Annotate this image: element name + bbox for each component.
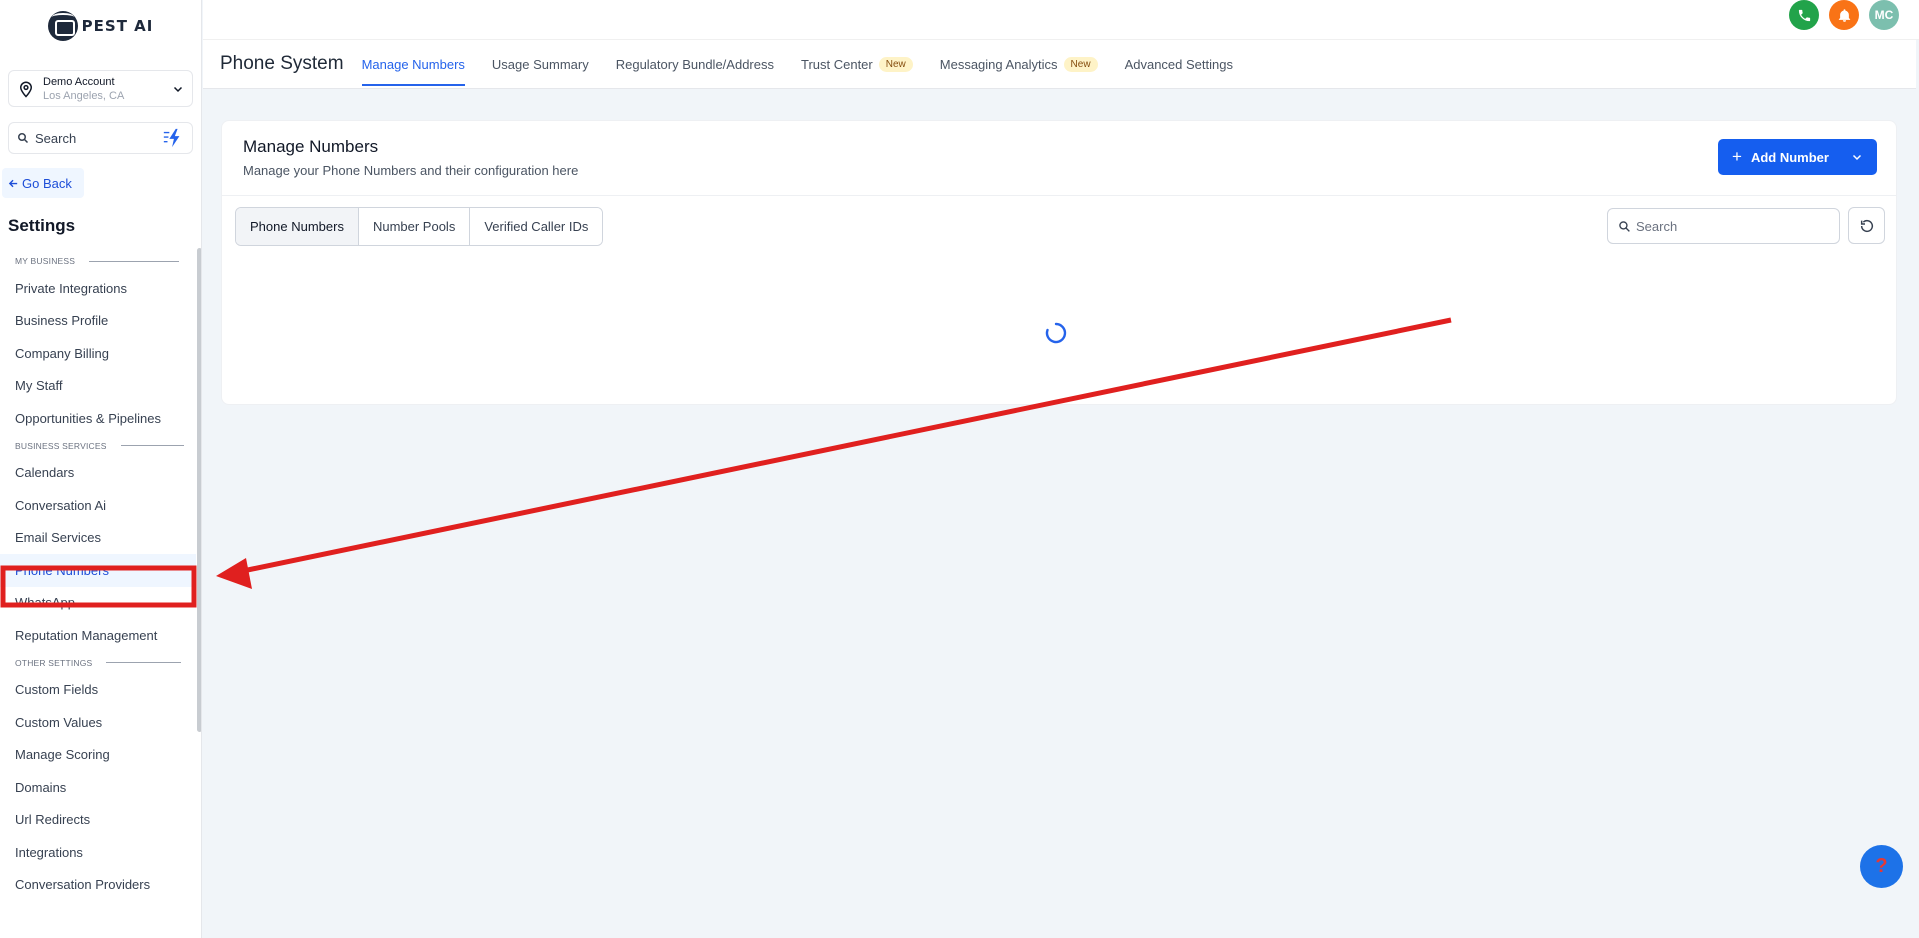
sidebar-item-whatsapp[interactable]: WhatsApp [0,587,196,620]
manage-numbers-card: Manage Numbers Manage your Phone Numbers… [221,120,1897,405]
phone-icon [1798,9,1810,21]
segment-number-pools[interactable]: Number Pools [358,208,471,245]
new-badge: New [1063,56,1098,72]
notifications-button[interactable] [1829,0,1859,30]
tab-trust-center[interactable]: Trust Center New [801,40,913,89]
sidebar-item-integrations[interactable]: Integrations [0,836,196,869]
sidebar-item-opportunities-pipelines[interactable]: Opportunities & Pipelines [0,402,196,435]
tab-advanced-settings[interactable]: Advanced Settings [1125,40,1233,89]
page-title: Phone System [220,53,344,74]
chevron-down-icon [173,86,183,92]
segment-verified-caller-ids[interactable]: Verified Caller IDs [470,208,603,245]
segment-phone-numbers[interactable]: Phone Numbers [236,208,359,245]
settings-nav: MY BUSINESS Private Integrations Busines… [0,250,196,901]
account-switcher[interactable]: Demo Account Los Angeles, CA [8,70,193,107]
logo-mark-icon [47,11,78,41]
search-icon [1619,220,1630,232]
tab-manage-numbers[interactable]: Manage Numbers [361,40,466,89]
page-header: Phone System Manage Numbers Usage Summar… [203,40,1916,89]
brand-logo[interactable]: PEST AI [0,0,201,52]
location-pin-icon [19,81,33,98]
plus-icon: + [1732,147,1742,166]
sidebar-search-placeholder: Search [35,130,77,146]
loading-spinner-icon [1045,322,1067,344]
sidebar-item-private-integrations[interactable]: Private Integrations [0,272,196,305]
go-back-button[interactable]: Go Back [2,168,84,198]
user-avatar[interactable]: MC [1869,0,1899,30]
card-header: Manage Numbers Manage your Phone Numbers… [222,121,1896,196]
sidebar-item-conversation-ai[interactable]: Conversation Ai [0,489,196,522]
settings-title: Settings [8,216,76,235]
account-name: Demo Account [43,75,115,88]
card-title: Manage Numbers [243,137,379,156]
bell-icon [1838,8,1850,22]
top-bar: MC [203,0,1919,40]
annotation-arrowhead [216,558,252,589]
sidebar-item-custom-fields[interactable]: Custom Fields [0,674,196,707]
sidebar-item-reputation-management[interactable]: Reputation Management [0,619,196,652]
sidebar-item-business-profile[interactable]: Business Profile [0,305,196,338]
sidebar: PEST AI Demo Account Los Angeles, CA Sea… [0,0,202,938]
sidebar-search[interactable]: Search [8,122,193,154]
new-badge: New [878,56,913,72]
refresh-icon [1860,219,1873,232]
sidebar-item-calendars[interactable]: Calendars [0,457,196,490]
sidebar-item-email-services[interactable]: Email Services [0,522,196,555]
card-subtitle: Manage your Phone Numbers and their conf… [243,163,579,178]
go-back-label: Go Back [22,175,72,191]
section-business-services: BUSINESS SERVICES [0,435,196,457]
quick-action-bolt-icon[interactable] [162,127,184,149]
sidebar-item-conversation-providers[interactable]: Conversation Providers [0,869,196,902]
sidebar-item-my-staff[interactable]: My Staff [0,370,196,403]
tab-regulatory-bundle[interactable]: Regulatory Bundle/Address [616,40,774,89]
sidebar-item-domains[interactable]: Domains [0,771,196,804]
sidebar-item-url-redirects[interactable]: Url Redirects [0,804,196,837]
chevron-down-icon[interactable] [1851,151,1863,163]
sidebar-item-phone-numbers[interactable]: Phone Numbers [0,554,196,587]
tab-usage-summary[interactable]: Usage Summary [492,40,589,89]
section-other-settings: OTHER SETTINGS [0,652,196,674]
account-location: Los Angeles, CA [43,89,125,102]
search-icon [18,133,29,144]
section-my-business: MY BUSINESS [0,250,196,272]
sidebar-scrollbar[interactable] [197,248,201,732]
arrow-left-icon [8,179,18,187]
sidebar-item-company-billing[interactable]: Company Billing [0,337,196,370]
tab-messaging-analytics[interactable]: Messaging Analytics New [940,40,1098,89]
logo-text: PEST AI [81,17,154,35]
sidebar-item-manage-scoring[interactable]: Manage Scoring [0,739,196,772]
refresh-button[interactable] [1848,207,1885,244]
number-type-toggle: Phone Numbers Number Pools Verified Call… [235,207,604,246]
add-number-button[interactable]: + Add Number [1718,139,1877,175]
numbers-search-input[interactable] [1636,218,1816,234]
help-button[interactable]: ? [1860,845,1903,888]
numbers-search [1607,208,1840,244]
phone-button[interactable] [1789,0,1819,30]
sidebar-item-custom-values[interactable]: Custom Values [0,706,196,739]
